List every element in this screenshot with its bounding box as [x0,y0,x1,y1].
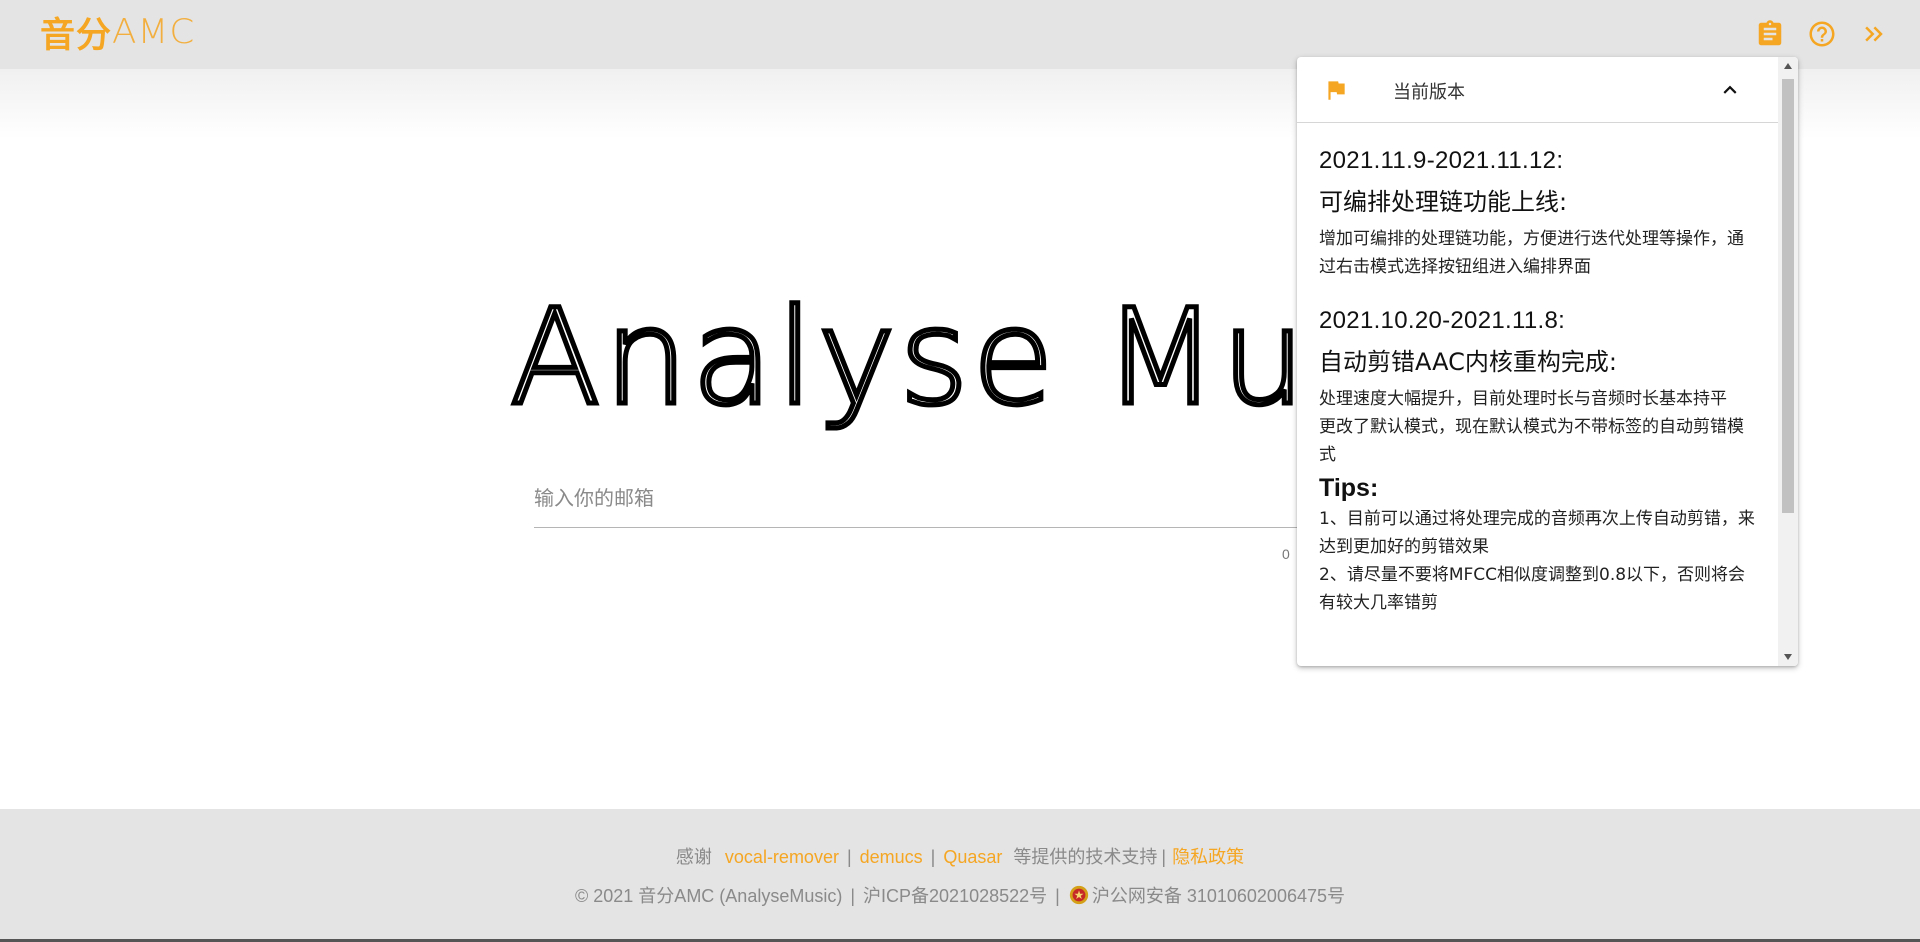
version-date: 2021.11.9-2021.11.12: [1319,147,1564,174]
email-field[interactable] [534,472,1324,528]
version-panel-body: 2021.11.9-2021.11.12: 可编排处理链功能上线: 增加可编排的… [1319,125,1759,665]
version-desc: 增加可编排的处理链功能，方便进行迭代处理等操作，通过右击模式选择按钮组进入编排界… [1319,229,1744,277]
version-title: 自动剪错AAC内核重构完成: [1319,348,1617,376]
hero-title: Analyse Musi [508,279,1422,445]
help-icon [1809,21,1835,47]
version-title: 可编排处理链功能上线: [1319,188,1568,216]
footer: 感谢 vocal-remover | demucs | Quasar 等提供的技术支持 |… [0,809,1920,942]
tip-item: 1、目前可以通过将处理完成的音频再次上传自动剪错，来达到更加好的剪错效果 [1319,509,1755,557]
logo-chinese: 音分 [40,15,113,56]
chevron-up-icon[interactable] [1717,77,1743,103]
version-panel: 当前版本 2021.11.9-2021.11.12: 可编排处理链功能上线: 增… [1297,57,1798,666]
char-counter: 0 [1282,546,1290,562]
link-vocal-remover[interactable]: vocal-remover [725,847,839,867]
version-desc: 处理速度大幅提升，目前处理时长与音频时长基本持平 [1319,389,1727,409]
hero-text-graphic: Analyse Musi [508,279,1422,438]
scroll-down-arrow-icon[interactable] [1778,648,1798,666]
logo-amc: AMC [112,12,196,52]
footer-legal: © 2021 音分AMC (AnalyseMusic) | 沪ICP备2021028… [575,885,1345,906]
footer-credits: 感谢 vocal-remover | demucs | Quasar 等提供的技术支持 |… [675,847,1245,867]
flag-icon [1328,81,1345,100]
link-quasar[interactable]: Quasar [943,847,1002,867]
thanks-suffix: 等提供的技术支持 [1013,847,1158,867]
tip-item: 2、请尽量不要将MFCC相似度调整到0.8以下，否则将会有较大几率错剪 [1319,565,1746,613]
scrollbar[interactable] [1778,57,1798,666]
help-button[interactable] [1802,14,1842,54]
scroll-up-arrow-icon[interactable] [1778,57,1798,75]
hero-text: Analyse Musi [510,281,1423,435]
email-field-wrapper: 0 [534,472,1324,562]
police-badge-icon [1069,885,1089,905]
icp-link[interactable]: 沪ICP备2021028522号 [863,886,1047,906]
police-record-link[interactable]: 沪公网安备 31010602006475号 [1092,886,1345,906]
tips-heading: Tips: [1319,474,1379,502]
scrollbar-thumb[interactable] [1782,79,1794,513]
expand-panel-button[interactable] [1854,14,1894,54]
link-demucs[interactable]: demucs [860,847,923,867]
version-panel-header[interactable]: 当前版本 [1297,57,1778,123]
clipboard-button[interactable] [1750,14,1790,54]
version-date: 2021.10.20-2021.11.8: [1319,307,1566,334]
app-logo[interactable]: 音分 AMC [40,10,196,56]
privacy-policy-link[interactable]: 隐私政策 [1172,847,1244,867]
thanks-prefix: 感谢 [675,847,712,867]
double-chevron-right-icon [1865,26,1883,42]
version-desc: 更改了默认模式，现在默认模式为不带标签的自动剪错模式 [1319,417,1744,465]
clipboard-icon [1758,20,1782,46]
copyright-text: © 2021 音分AMC (AnalyseMusic) [575,886,843,906]
version-panel-title: 当前版本 [1393,82,1465,103]
